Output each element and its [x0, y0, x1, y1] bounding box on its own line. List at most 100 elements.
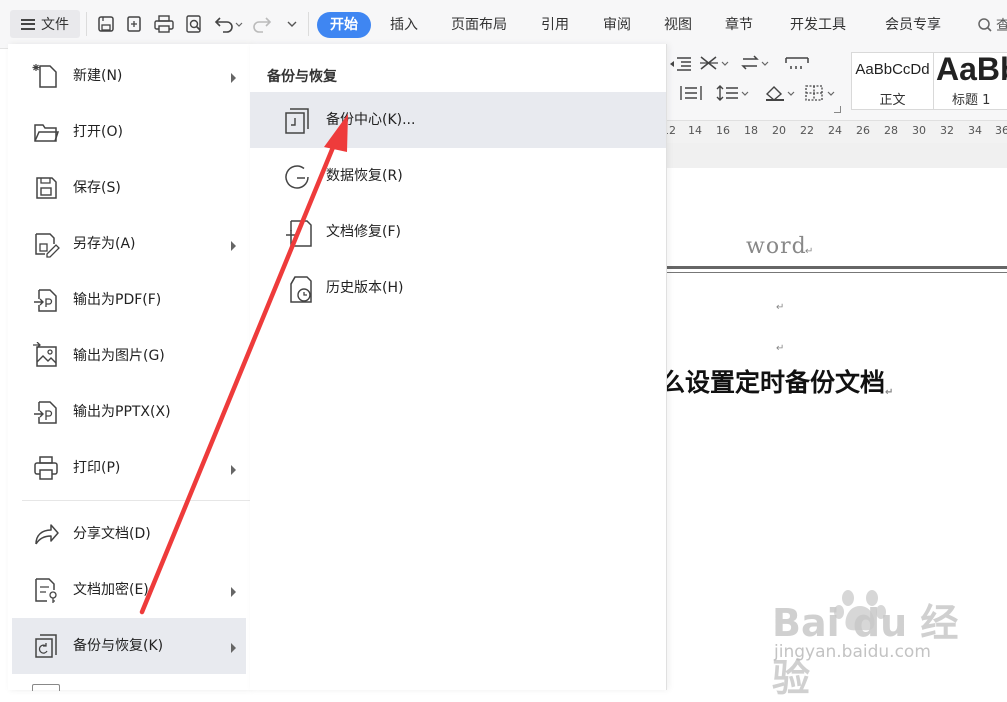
- ruler-number: 28: [884, 124, 898, 137]
- top-toolbar: 文件 开始 插入 页面布局 引用 审阅 视图 章节 开发工具 会员专享 查: [0, 0, 1007, 49]
- menu-item-label: 保存(S): [73, 180, 121, 196]
- ruler-number: 32: [940, 124, 954, 137]
- backup-restore-icon: [32, 632, 60, 660]
- print-preview-icon[interactable]: [184, 14, 204, 34]
- ruler-number: 30: [912, 124, 926, 137]
- align-distributed-icon[interactable]: [680, 84, 702, 102]
- menu-item-label: 备份与恢复(K): [73, 638, 164, 654]
- submenu-arrow-icon: [231, 73, 236, 83]
- menu-item-share[interactable]: 分享文档(D): [12, 506, 246, 562]
- undo-icon[interactable]: [212, 14, 244, 34]
- line-spacing-icon[interactable]: [716, 84, 750, 102]
- header-rule: [666, 266, 1007, 269]
- tab-view[interactable]: 视图: [664, 12, 692, 38]
- submenu-title: 备份与恢复: [267, 69, 337, 85]
- horizontal-ruler: 12 14 16 18 20 22 24 26 28 30 32 34 36: [662, 121, 1007, 144]
- tab-chapter[interactable]: 章节: [725, 12, 753, 38]
- submenu-item-label: 历史版本(H): [326, 280, 404, 296]
- text-direction-icon[interactable]: [698, 54, 732, 72]
- menu-item-label: 输出为PPTX(X): [73, 404, 171, 420]
- menu-item-new[interactable]: 新建(N): [12, 48, 246, 104]
- paragraph-mark-icon: ↵: [885, 387, 894, 398]
- menu-divider: [22, 500, 250, 501]
- menu-item-label: 打印(P): [73, 460, 121, 476]
- menu-item-backup-restore[interactable]: 备份与恢复(K): [12, 618, 246, 674]
- export-pptx-icon: [32, 398, 60, 426]
- style-normal-sample: AaBbCcDd: [855, 61, 930, 78]
- tab-home[interactable]: 开始: [317, 12, 371, 38]
- more-icon[interactable]: [284, 14, 300, 34]
- menu-item-export-image[interactable]: 输出为图片(G): [12, 328, 246, 384]
- menu-item-label: 新建(N): [73, 68, 123, 84]
- submenu-item-document-repair[interactable]: 文档修复(F): [250, 204, 666, 260]
- watermark-url: jingyan.baidu.com: [774, 642, 931, 662]
- print-icon[interactable]: [154, 14, 174, 34]
- tab-insert[interactable]: 插入: [390, 12, 418, 38]
- decrease-indent-icon[interactable]: [669, 56, 691, 74]
- submenu-item-backup-center[interactable]: 备份中心(K)...: [250, 92, 666, 148]
- export-image-icon: [32, 342, 60, 370]
- menu-item-label: 打开(O): [73, 124, 123, 140]
- paragraph-mark-icon: ↵: [805, 246, 814, 257]
- menu-item-export-pdf[interactable]: 输出为PDF(F): [12, 272, 246, 328]
- menu-item-encrypt[interactable]: 文档加密(E): [12, 562, 246, 618]
- share-icon: [32, 520, 60, 548]
- ruler-number: 20: [772, 124, 786, 137]
- document-repair-icon: [283, 218, 313, 248]
- menu-item-label: 分享文档(D): [73, 526, 151, 542]
- tab-developer-tools[interactable]: 开发工具: [790, 12, 846, 38]
- ruler-number: 16: [716, 124, 730, 137]
- backup-restore-submenu: 备份与恢复 备份中心(K)... 数据恢复(R) 文档修复(F) 历史版本(H): [250, 44, 667, 690]
- save-icon: [32, 174, 60, 202]
- encrypt-icon: [32, 576, 60, 604]
- export-icon[interactable]: [124, 14, 144, 34]
- menu-item-export-pptx[interactable]: 输出为PPTX(X): [12, 384, 246, 440]
- print-icon: [32, 454, 60, 482]
- tab-stops-icon[interactable]: [784, 54, 810, 72]
- style-heading-1-sample: AaBb: [936, 52, 1007, 87]
- toolbar-divider: [86, 12, 87, 36]
- submenu-item-label: 文档修复(F): [326, 224, 401, 240]
- hamburger-icon: [21, 18, 35, 30]
- file-menu-button[interactable]: 文件: [10, 10, 80, 38]
- menu-item-save[interactable]: 保存(S): [12, 160, 246, 216]
- page-header-text[interactable]: word: [746, 234, 807, 259]
- header-rule: [666, 272, 1007, 273]
- menu-item-print[interactable]: 打印(P): [12, 440, 246, 496]
- submenu-arrow-icon: [231, 587, 236, 597]
- document-heading[interactable]: 么设置定时备份文档↵: [660, 363, 893, 399]
- shading-icon[interactable]: [764, 84, 798, 102]
- search-icon: [977, 17, 993, 33]
- tab-member-exclusive[interactable]: 会员专享: [885, 12, 941, 38]
- save-icon[interactable]: [96, 14, 116, 34]
- paragraph-settings-launcher[interactable]: [834, 106, 841, 113]
- search-tab[interactable]: 查: [977, 12, 1007, 38]
- tab-review[interactable]: 审阅: [603, 12, 631, 38]
- submenu-item-label: 备份中心(K)...: [326, 112, 416, 128]
- menu-item-open[interactable]: 打开(O): [12, 104, 246, 160]
- submenu-item-data-recovery[interactable]: 数据恢复(R): [250, 148, 666, 204]
- menu-item-label: 输出为图片(G): [73, 348, 165, 364]
- borders-icon[interactable]: [804, 84, 838, 102]
- history-version-icon: [283, 274, 313, 304]
- paragraph-mark-icon: ↵: [776, 343, 785, 354]
- new-file-icon: [32, 62, 60, 90]
- ruler-number: 24: [828, 124, 842, 137]
- menu-item-save-as[interactable]: 另存为(A): [12, 216, 246, 272]
- submenu-item-history-version[interactable]: 历史版本(H): [250, 260, 666, 316]
- paragraph-mark-icon: ↵: [776, 302, 785, 313]
- style-normal-name: 正文: [879, 93, 906, 108]
- tab-page-layout[interactable]: 页面布局: [451, 12, 507, 38]
- toolbar-divider: [308, 12, 309, 36]
- style-normal[interactable]: AaBbCcDd 正文: [851, 52, 934, 110]
- style-heading-1-name: 标题 1: [952, 93, 991, 108]
- submenu-item-label: 数据恢复(R): [326, 168, 403, 184]
- file-menu-panel: 新建(N) 打开(O) 保存(S) 另存为(A) 输出为PDF(F) 输出为图片…: [8, 44, 251, 691]
- style-heading-1[interactable]: AaBb 标题 1: [934, 52, 1007, 110]
- tab-references[interactable]: 引用: [541, 12, 569, 38]
- redo-icon[interactable]: [252, 14, 274, 34]
- backup-center-icon: [283, 106, 313, 136]
- menu-item-label: 文档加密(E): [73, 582, 149, 598]
- submenu-arrow-icon: [231, 465, 236, 475]
- line-spacing-swap-icon[interactable]: [740, 54, 774, 72]
